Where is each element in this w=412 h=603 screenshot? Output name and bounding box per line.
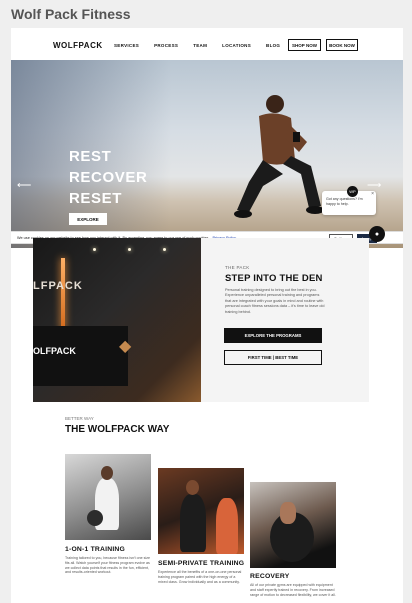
recovery-photo[interactable] (250, 482, 336, 568)
nav-link-services[interactable]: SERVICES (114, 43, 139, 48)
nav-link-team[interactable]: TEAM (193, 43, 207, 48)
den-section: LFPACK OLFPACK ◆ THE PACK STEP INTO THE … (33, 238, 369, 402)
gym-interior-photo: LFPACK OLFPACK ◆ (33, 238, 201, 402)
hero-line-reset: RESET (69, 190, 123, 207)
den-eyebrow: THE PACK (225, 265, 250, 270)
ceiling-light (128, 248, 131, 251)
counter-sign: OLFPACK (33, 346, 76, 356)
hero-banner: REST RECOVER RESET EXPLORE ⟵ ⟶ × Got any… (11, 60, 403, 248)
nav-link-locations[interactable]: LOCATIONS (222, 43, 251, 48)
hero-line-rest: REST (69, 148, 112, 165)
hero-headline: REST RECOVER RESET (69, 146, 147, 209)
arm-stretch (280, 502, 296, 524)
shop-now-button[interactable]: SHOP NOW (288, 39, 321, 51)
medicine-ball (87, 510, 103, 526)
website-frame: WOLFPACK SERVICES PROCESS TEAM LOCATIONS… (11, 28, 403, 603)
reception-counter (33, 326, 128, 386)
book-now-button[interactable]: BOOK NOW (326, 39, 358, 51)
card-title-semi-private[interactable]: SEMI-PRIVATE TRAINING (158, 560, 244, 567)
trainee-head (101, 466, 113, 480)
page-title: Wolf Pack Fitness (11, 6, 131, 22)
site-logo[interactable]: WOLFPACK (53, 41, 103, 50)
client-figure (216, 498, 238, 554)
way-eyebrow: BETTER WAY (65, 416, 94, 421)
ceiling-light (163, 248, 166, 251)
athlete-photo (234, 95, 324, 218)
way-title: THE WOLFPACK WAY (65, 424, 170, 435)
card-title-one-on-one[interactable]: 1-ON-1 TRAINING (65, 546, 125, 553)
card-body-one-on-one: Training tailored to you, because fitnes… (65, 556, 151, 575)
semi-private-training-photo[interactable] (158, 468, 244, 554)
explore-button[interactable]: EXPLORE (69, 213, 107, 225)
top-navigation: WOLFPACK SERVICES PROCESS TEAM LOCATIONS… (11, 28, 403, 60)
den-title: STEP INTO THE DEN (225, 273, 323, 284)
chat-message: Got any questions? I'm happy to help. (326, 197, 363, 206)
one-on-one-training-photo[interactable] (65, 454, 151, 540)
den-body: Personal training designed to bring out … (225, 288, 325, 314)
trainer-head (186, 480, 199, 495)
nav-links: SERVICES PROCESS TEAM LOCATIONS BLOG (114, 43, 280, 48)
ceiling-light (93, 248, 96, 251)
nav-link-blog[interactable]: BLOG (266, 43, 280, 48)
hero-line-recover: RECOVER (69, 169, 148, 186)
slider-next-arrow-icon[interactable]: ⟶ (367, 180, 381, 191)
card-body-recovery: All of our private gyms are equipped wit… (250, 583, 336, 597)
slider-prev-arrow-icon[interactable]: ⟵ (17, 180, 31, 191)
wolf-logo-icon: ◆ (119, 338, 132, 355)
wall-sign: LFPACK (33, 280, 83, 292)
card-body-semi-private: Experience all the benefits of a one-on-… (158, 570, 242, 584)
nav-link-process[interactable]: PROCESS (154, 43, 178, 48)
trainer-figure (180, 494, 206, 552)
chat-close-icon[interactable]: × (371, 192, 374, 197)
chat-avatar: WP (347, 186, 358, 197)
card-title-recovery[interactable]: RECOVERY (250, 573, 290, 580)
chat-launcher-icon[interactable]: ● (369, 226, 385, 242)
neon-strip (61, 258, 65, 330)
explore-programs-button[interactable]: EXPLORE THE PROGRAMS (224, 328, 322, 343)
first-time-button[interactable]: FIRST TIME | BEST TIME (224, 350, 322, 365)
